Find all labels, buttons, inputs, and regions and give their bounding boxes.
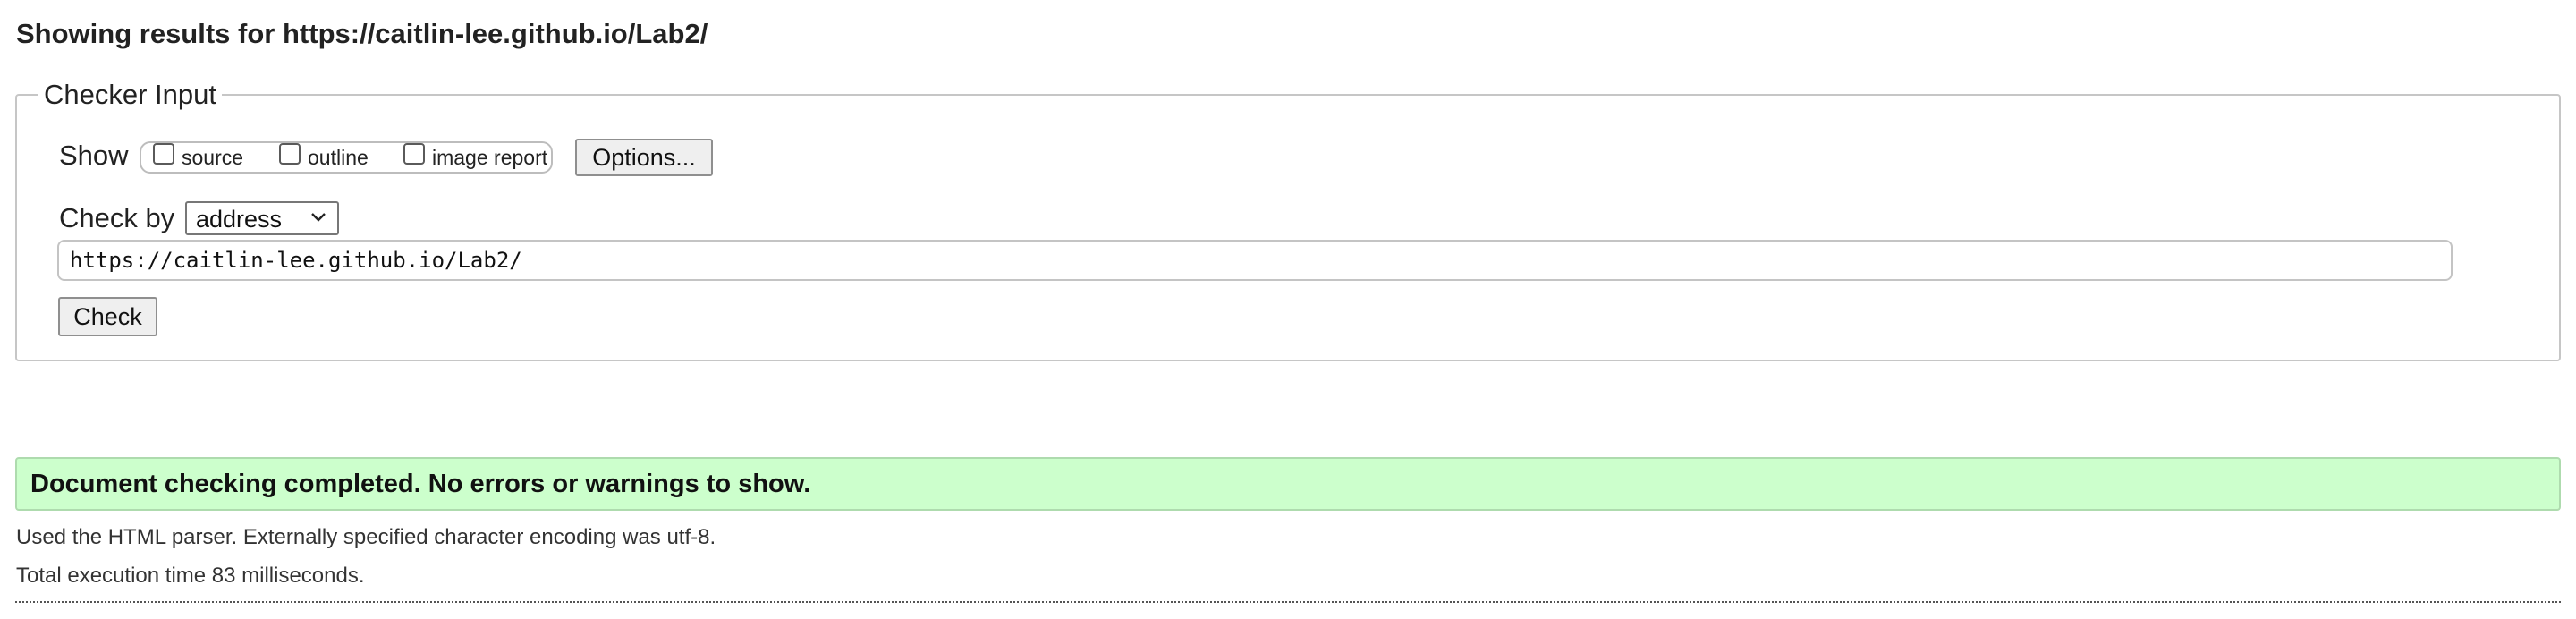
checker-input-legend: Checker Input [44, 79, 216, 110]
url-input[interactable]: https://caitlin-lee.github.io/Lab2/ [57, 240, 2453, 281]
source-checkbox[interactable] [153, 143, 174, 165]
execution-time: Total execution time 83 milliseconds. [16, 564, 365, 588]
divider [15, 601, 2561, 603]
success-message: Document checking completed. No errors o… [15, 457, 2561, 511]
page-title-prefix: Showing results for [16, 18, 275, 49]
results-page: Showing results for https://caitlin-lee.… [0, 0, 2576, 619]
outline-checkbox[interactable] [279, 143, 301, 165]
checker-input-fieldset: Checker Input [15, 79, 2561, 361]
image-report-checkbox[interactable] [403, 143, 425, 165]
image-report-checkbox-label[interactable]: image report [432, 146, 547, 170]
check-by-select-value: address [196, 206, 283, 233]
chevron-down-icon [311, 213, 326, 222]
options-button[interactable]: Options... [575, 139, 713, 176]
page-title: Showing results for https://caitlin-lee.… [16, 18, 708, 50]
outline-checkbox-label[interactable]: outline [308, 146, 369, 170]
check-button[interactable]: Check [58, 297, 157, 336]
parser-info: Used the HTML parser. Externally specifi… [16, 525, 716, 549]
check-by-label: Check by [59, 202, 175, 233]
check-by-select[interactable]: address [185, 201, 339, 235]
show-label: Show [59, 140, 129, 171]
source-checkbox-label[interactable]: source [182, 146, 243, 170]
page-title-url: https://caitlin-lee.github.io/Lab2/ [282, 18, 708, 49]
